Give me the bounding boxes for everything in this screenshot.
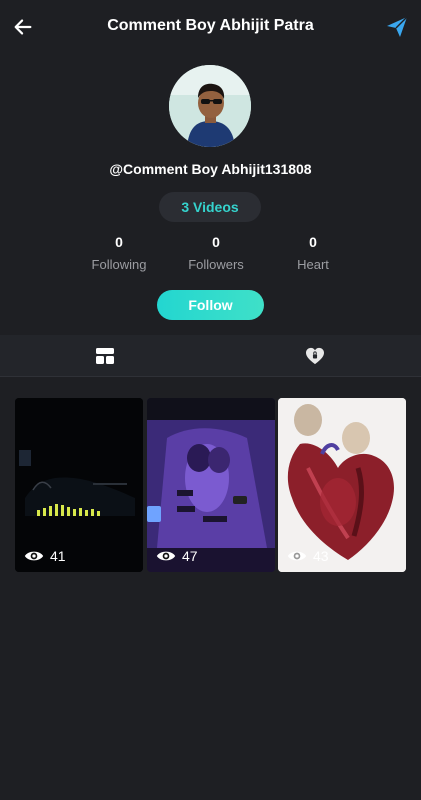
top-bar: Comment Boy Abhijit Patra — [0, 0, 421, 56]
video-grid: 41 47 43 — [15, 398, 407, 573]
followers-count: 0 — [212, 234, 220, 250]
video-thumbnail-image — [147, 398, 275, 572]
eye-icon — [24, 551, 44, 561]
back-button[interactable] — [10, 14, 36, 40]
arrow-left-icon — [14, 19, 32, 35]
eye-icon — [156, 551, 176, 561]
videos-count-badge: 3 Videos — [159, 192, 261, 222]
following-stat[interactable]: 0 Following — [74, 234, 164, 272]
following-count: 0 — [115, 234, 123, 250]
grid-layout-icon — [96, 348, 114, 364]
heart-stat[interactable]: 0 Heart — [268, 234, 358, 272]
view-count: 41 — [24, 548, 66, 564]
followers-stat[interactable]: 0 Followers — [171, 234, 261, 272]
video-thumbnail-image — [15, 398, 143, 572]
video-thumbnail[interactable]: 43 — [278, 398, 406, 572]
avatar[interactable] — [169, 65, 251, 147]
heart-lock-icon — [306, 347, 324, 365]
view-count-value: 43 — [313, 548, 329, 564]
video-thumbnail[interactable]: 41 — [15, 398, 143, 572]
video-thumbnail[interactable]: 47 — [147, 398, 275, 572]
following-label: Following — [91, 257, 147, 272]
view-count: 43 — [287, 548, 329, 564]
profile-screen: Comment Boy Abhijit Patra @Comment Boy A… — [0, 0, 421, 800]
profile-username: @Comment Boy Abhijit131808 — [109, 161, 312, 177]
heart-label: Heart — [297, 257, 329, 272]
avatar-photo — [169, 65, 251, 147]
paper-plane-icon — [387, 16, 408, 37]
tab-liked[interactable] — [210, 335, 420, 377]
view-count: 47 — [156, 548, 198, 564]
page-title: Comment Boy Abhijit Patra — [107, 17, 314, 34]
heart-count: 0 — [309, 234, 317, 250]
tab-videos[interactable] — [0, 335, 210, 377]
profile-tabs — [0, 335, 421, 377]
eye-icon — [287, 551, 307, 561]
followers-label: Followers — [188, 257, 244, 272]
view-count-value: 41 — [50, 548, 66, 564]
follow-button[interactable]: Follow — [157, 290, 264, 320]
share-button[interactable] — [383, 13, 411, 41]
view-count-value: 47 — [182, 548, 198, 564]
video-thumbnail-image — [278, 398, 406, 572]
